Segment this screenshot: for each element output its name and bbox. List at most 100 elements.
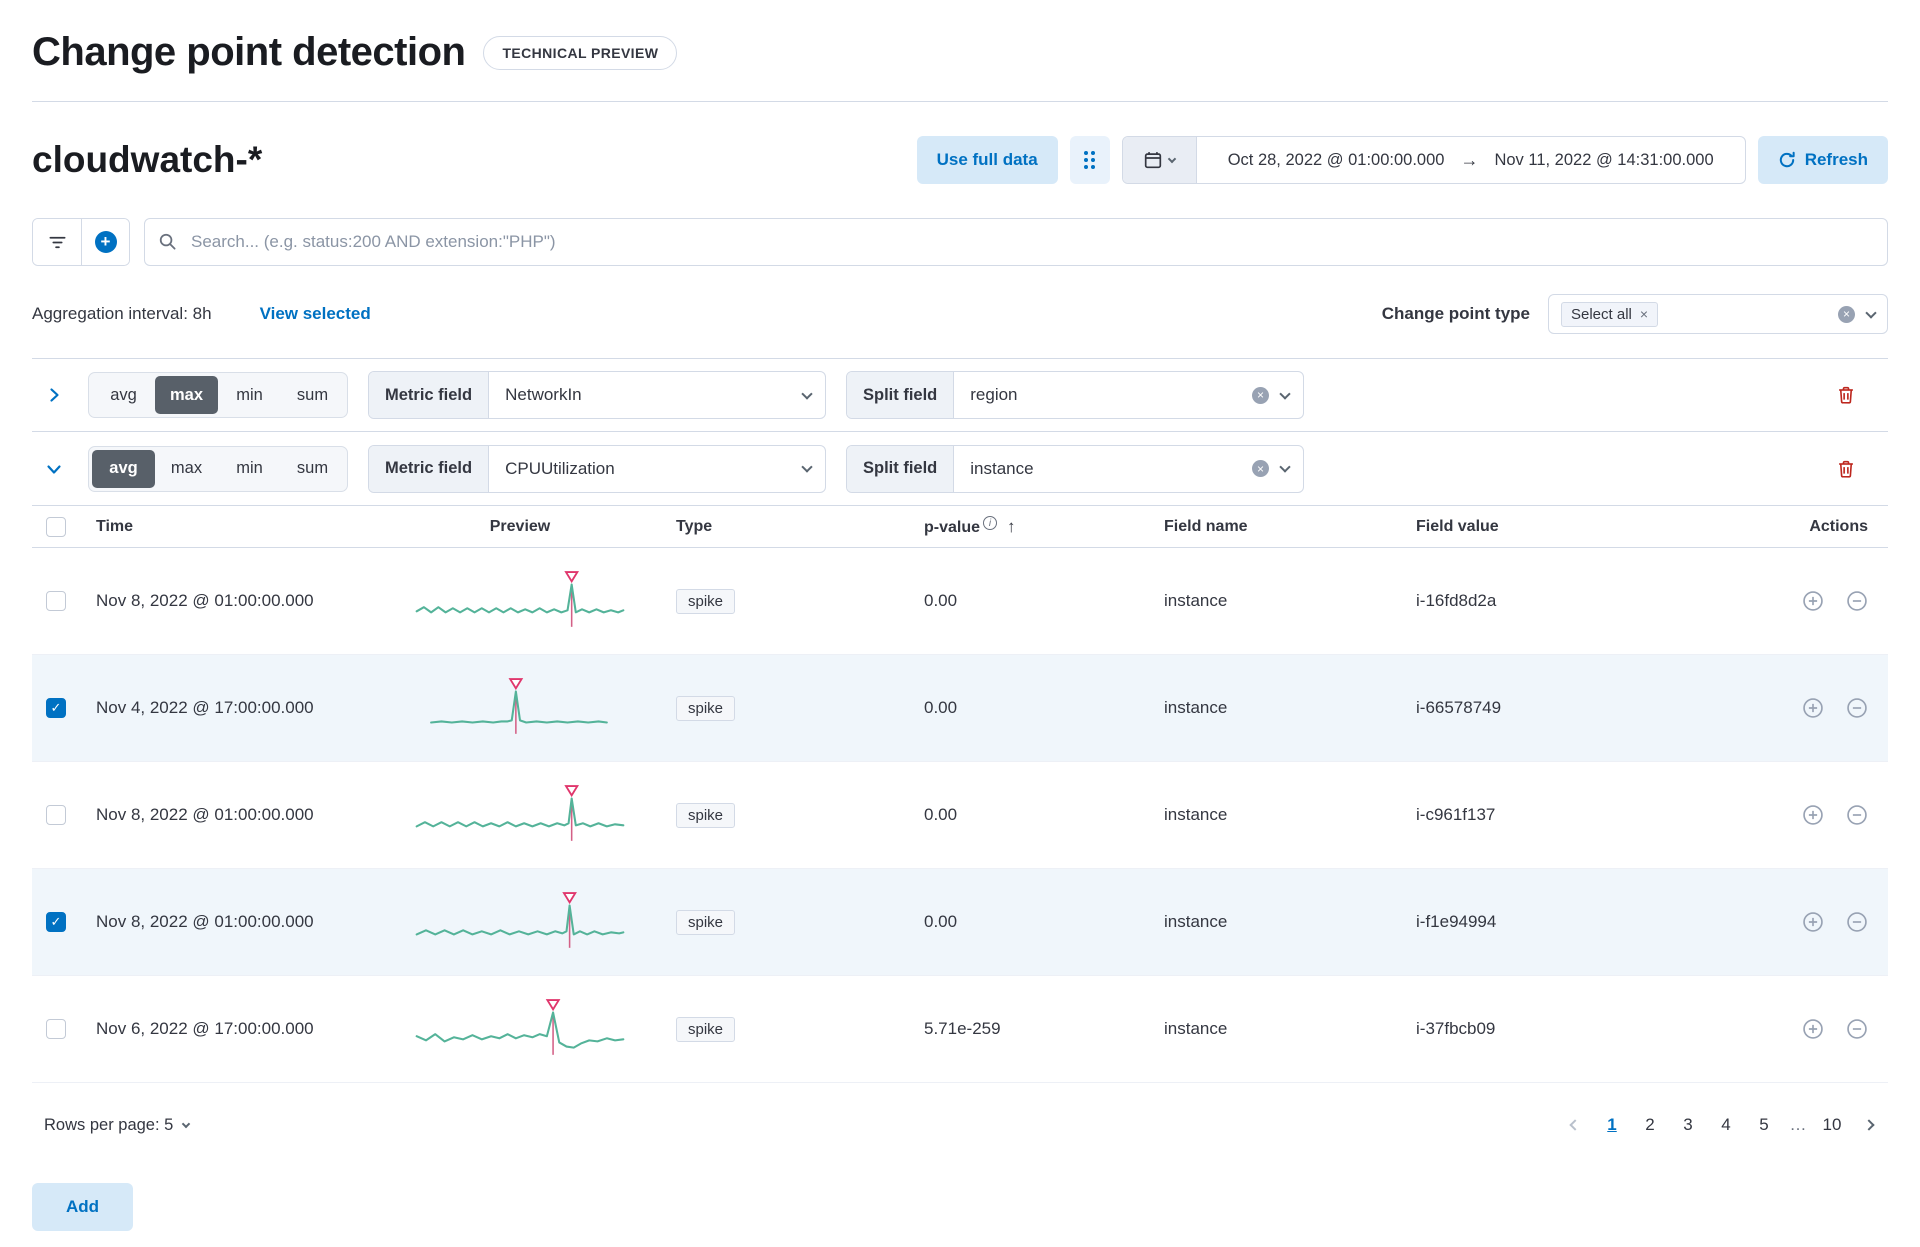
pagination-page-4[interactable]: 4 — [1710, 1109, 1742, 1141]
chevron-down-icon — [1279, 387, 1291, 400]
filter-for-value-button[interactable] — [1802, 697, 1824, 719]
pagination-page-3[interactable]: 3 — [1672, 1109, 1704, 1141]
technical-preview-badge: TECHNICAL PREVIEW — [483, 35, 678, 70]
row-field-value: i-37fbcb09 — [1416, 1019, 1496, 1038]
clear-split-field-icon[interactable]: × — [1252, 386, 1269, 404]
row-checkbox[interactable]: ✓ — [46, 698, 66, 718]
filter-out-value-button[interactable] — [1846, 697, 1868, 719]
column-header-p-value[interactable]: p-value i ↑ — [876, 516, 1124, 537]
expand-row-button[interactable] — [34, 375, 74, 415]
agg-avg-button[interactable]: avg — [92, 449, 155, 488]
collapse-row-button[interactable] — [34, 449, 74, 489]
metric-field-control: Metric field CPUUtilization — [368, 444, 826, 493]
p-value-label: p-value — [924, 518, 981, 536]
agg-sum-button[interactable]: sum — [281, 376, 344, 414]
aggregation-interval-label: Aggregation interval: 8h — [32, 304, 212, 323]
filter-options-button[interactable] — [33, 219, 81, 265]
clear-selection-icon[interactable]: × — [1838, 305, 1855, 323]
plus-circle-icon — [1803, 1019, 1823, 1039]
row-actions — [1668, 590, 1888, 612]
split-field-combobox[interactable]: instance × — [954, 446, 1303, 492]
agg-avg-button[interactable]: avg — [92, 376, 155, 414]
row-field-value: i-66578749 — [1416, 698, 1502, 717]
row-type-badge: spike — [676, 1016, 736, 1042]
pagination-ellipsis: … — [1789, 1115, 1807, 1134]
chevron-down-icon — [801, 387, 813, 400]
date-picker: Oct 28, 2022 @ 01:00:00.000 → Nov 11, 20… — [1121, 136, 1746, 184]
metric-field-value: NetworkIn — [505, 385, 582, 404]
remove-tag-icon[interactable]: × — [1640, 306, 1648, 322]
pagination-page-2[interactable]: 2 — [1634, 1109, 1666, 1141]
pagination-page-10[interactable]: 10 — [1816, 1109, 1848, 1141]
metric-field-select[interactable]: NetworkIn — [489, 372, 825, 418]
chevron-right-icon — [50, 388, 59, 402]
change-point-marker-icon — [564, 571, 580, 584]
plus-circle-icon — [1803, 912, 1823, 932]
sampling-options-button[interactable] — [1069, 136, 1110, 184]
delete-config-button[interactable] — [1830, 458, 1862, 480]
filter-for-value-button[interactable] — [1802, 911, 1824, 933]
filter-out-value-button[interactable] — [1846, 590, 1868, 612]
change-point-type-control: Change point type Select all × × — [1382, 294, 1888, 334]
add-filter-button[interactable]: + — [81, 219, 129, 265]
sparkline-chart — [415, 892, 625, 948]
filter-for-value-button[interactable] — [1802, 590, 1824, 612]
view-selected-link[interactable]: View selected — [260, 304, 371, 324]
agg-max-button[interactable]: max — [155, 450, 218, 488]
filter-out-value-button[interactable] — [1846, 1018, 1868, 1040]
row-checkbox[interactable] — [46, 1019, 66, 1039]
agg-sum-button[interactable]: sum — [281, 450, 344, 488]
row-time: Nov 6, 2022 @ 17:00:00.000 — [96, 1019, 314, 1038]
table-row: Nov 6, 2022 @ 17:00:00.000 spike 5.71e-2… — [32, 976, 1888, 1083]
clear-split-field-icon[interactable]: × — [1252, 460, 1269, 477]
row-checkbox[interactable] — [46, 591, 66, 611]
page-title: Change point detection — [32, 30, 466, 74]
row-preview — [380, 784, 660, 846]
date-range-end[interactable]: Nov 11, 2022 @ 14:31:00.000 — [1494, 151, 1713, 170]
select-all-tag[interactable]: Select all × — [1561, 301, 1659, 327]
filter-out-value-button[interactable] — [1846, 911, 1868, 933]
metric-field-label: Metric field — [369, 445, 490, 492]
add-configuration-button[interactable]: Add — [32, 1183, 134, 1231]
pagination-page-1[interactable]: 1 — [1596, 1109, 1628, 1141]
date-quick-select-button[interactable] — [1122, 137, 1197, 183]
rows-per-page-button[interactable]: Rows per page: 5 — [44, 1116, 191, 1135]
change-point-marker-icon — [564, 785, 580, 798]
row-checkbox[interactable]: ✓ — [46, 912, 66, 932]
row-type-badge: spike — [676, 695, 736, 721]
select-all-checkbox[interactable] — [46, 516, 66, 537]
change-point-type-combobox[interactable]: Select all × × — [1548, 294, 1888, 334]
pagination-page-5[interactable]: 5 — [1748, 1109, 1780, 1141]
date-range-start[interactable]: Oct 28, 2022 @ 01:00:00.000 — [1228, 151, 1445, 170]
row-checkbox[interactable] — [46, 805, 66, 825]
chevron-down-icon — [1865, 306, 1877, 319]
previous-page-button[interactable] — [1560, 1109, 1590, 1141]
use-full-data-button[interactable]: Use full data — [916, 136, 1058, 184]
minus-circle-icon — [1847, 698, 1867, 718]
sort-ascending-icon: ↑ — [1007, 516, 1016, 536]
metric-field-select[interactable]: CPUUtilization — [489, 446, 825, 492]
config-row-cpuutilization: avg max min sum Metric field CPUUtilizat… — [32, 432, 1888, 506]
trash-icon — [1839, 460, 1853, 478]
dots-grid-icon — [1084, 151, 1096, 169]
split-field-value: instance — [970, 458, 1034, 478]
filter-out-value-button[interactable] — [1846, 804, 1868, 826]
agg-min-button[interactable]: min — [218, 376, 281, 414]
row-field-value: i-16fd8d2a — [1416, 591, 1497, 610]
date-range-display[interactable]: Oct 28, 2022 @ 01:00:00.000 → Nov 11, 20… — [1197, 137, 1745, 183]
minus-circle-icon — [1847, 591, 1867, 611]
row-preview — [380, 998, 660, 1060]
next-page-button[interactable] — [1854, 1109, 1884, 1141]
delete-config-button[interactable] — [1830, 384, 1862, 406]
agg-min-button[interactable]: min — [218, 450, 281, 488]
filter-for-value-button[interactable] — [1802, 1018, 1824, 1040]
search-input[interactable] — [144, 218, 1888, 266]
select-all-tag-label: Select all — [1571, 305, 1632, 323]
refresh-button[interactable]: Refresh — [1757, 136, 1888, 184]
minus-circle-icon — [1847, 805, 1867, 825]
column-header-field-value: Field value — [1416, 517, 1499, 535]
agg-max-button[interactable]: max — [155, 376, 218, 414]
trash-icon — [1839, 386, 1853, 404]
filter-for-value-button[interactable] — [1802, 804, 1824, 826]
split-field-combobox[interactable]: region × — [954, 372, 1303, 418]
